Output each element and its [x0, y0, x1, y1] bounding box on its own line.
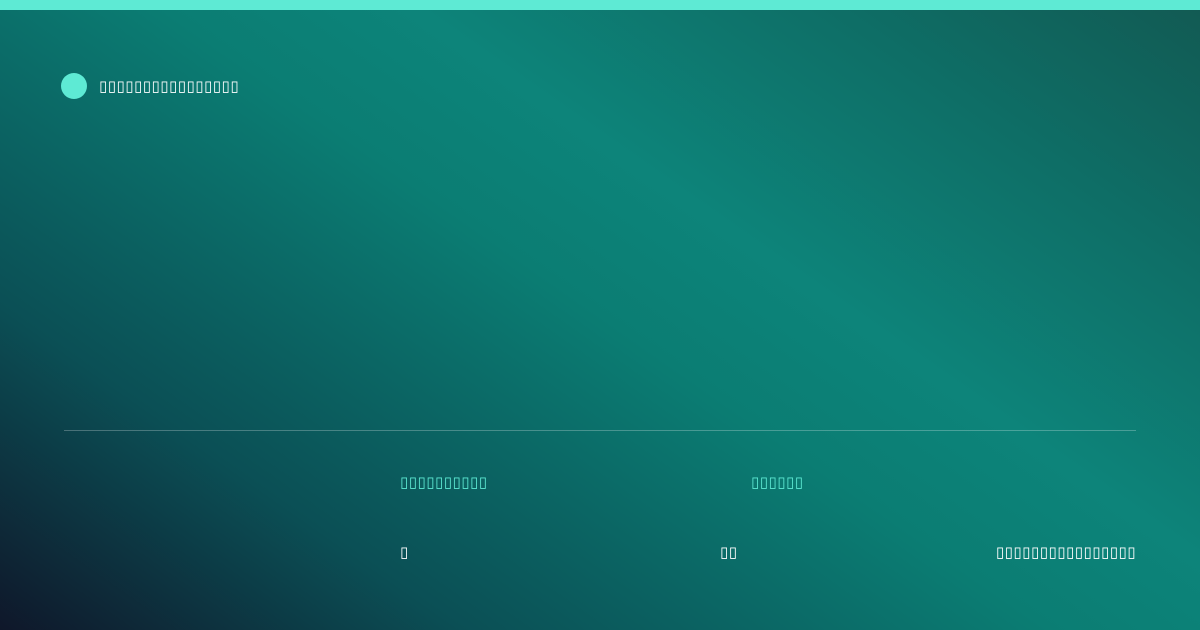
- meta-label-1: ▯▯▯▯▯▯▯▯▯▯: [400, 473, 488, 491]
- brand: ▯▯▯▯▯▯▯▯▯▯▯▯▯▯▯▯: [61, 73, 239, 99]
- meta-value-1: ▯: [400, 543, 409, 561]
- meta-value-3: ▯▯▯▯▯▯▯▯▯▯▯▯▯▯▯▯: [995, 543, 1136, 561]
- brand-name: ▯▯▯▯▯▯▯▯▯▯▯▯▯▯▯▯: [99, 77, 240, 95]
- brand-dot-icon: [61, 73, 87, 99]
- meta-label-2: ▯▯▯▯▯▯: [751, 473, 804, 491]
- divider: [64, 430, 1136, 431]
- meta-value-2: ▯▯: [720, 543, 738, 561]
- accent-top-bar: [0, 0, 1200, 10]
